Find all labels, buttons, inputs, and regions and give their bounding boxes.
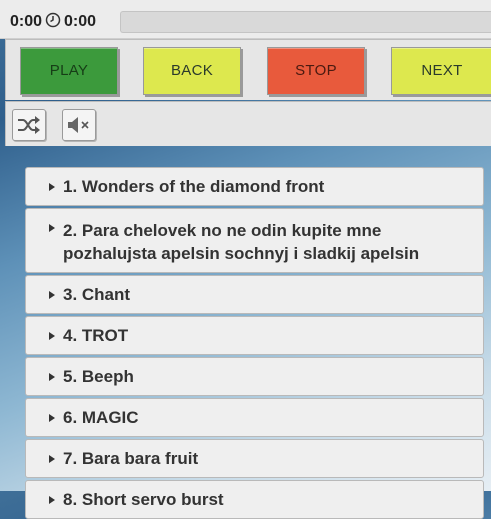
track-title: 3. Chant <box>63 285 131 304</box>
playlist-item[interactable]: 1. Wonders of the diamond front <box>25 167 484 206</box>
track-title: 6. MAGIC <box>63 408 139 427</box>
play-arrow-icon <box>49 496 55 504</box>
play-arrow-icon <box>49 224 55 232</box>
options-bar <box>5 101 491 146</box>
playlist-item[interactable]: 4. TROT <box>25 316 484 355</box>
time-display: 0:00 0:00 <box>10 12 96 33</box>
playlist-item[interactable]: 8. Short servo burst <box>25 480 484 519</box>
current-time: 0:00 <box>10 13 43 30</box>
time-bar: 0:00 0:00 <box>0 0 491 39</box>
back-button[interactable]: BACK <box>143 47 241 95</box>
play-arrow-icon <box>49 414 55 422</box>
playlist-item[interactable]: 2. Para chelovek no ne odin kupite mne p… <box>25 208 484 273</box>
play-arrow-icon <box>49 291 55 299</box>
next-button[interactable]: NEXT <box>391 47 491 95</box>
track-title: 7. Bara bara fruit <box>63 449 199 468</box>
track-title: 5. Beeph <box>63 367 134 386</box>
total-time: 0:00 <box>64 13 97 30</box>
transport-controls: PLAY BACK STOP NEXT <box>5 39 491 100</box>
track-title: 1. Wonders of the diamond front <box>63 177 325 196</box>
play-arrow-icon <box>49 183 55 191</box>
playlist-item[interactable]: 7. Bara bara fruit <box>25 439 484 478</box>
play-arrow-icon <box>49 455 55 463</box>
playlist-item[interactable]: 6. MAGIC <box>25 398 484 437</box>
stop-button[interactable]: STOP <box>267 47 365 95</box>
playlist-item[interactable]: 3. Chant <box>25 275 484 314</box>
playlist: 1. Wonders of the diamond front 2. Para … <box>25 167 485 519</box>
play-arrow-icon <box>49 373 55 381</box>
shuffle-button[interactable] <box>12 109 46 141</box>
mute-button[interactable] <box>62 109 96 141</box>
track-title: 8. Short servo burst <box>63 490 224 509</box>
clock-icon <box>45 12 61 33</box>
playlist-item[interactable]: 5. Beeph <box>25 357 484 396</box>
track-title: 4. TROT <box>63 326 129 345</box>
track-title: 2. Para chelovek no ne odin kupite mne p… <box>63 221 420 263</box>
progress-bar[interactable] <box>120 11 491 33</box>
play-button[interactable]: PLAY <box>20 47 118 95</box>
play-arrow-icon <box>49 332 55 340</box>
